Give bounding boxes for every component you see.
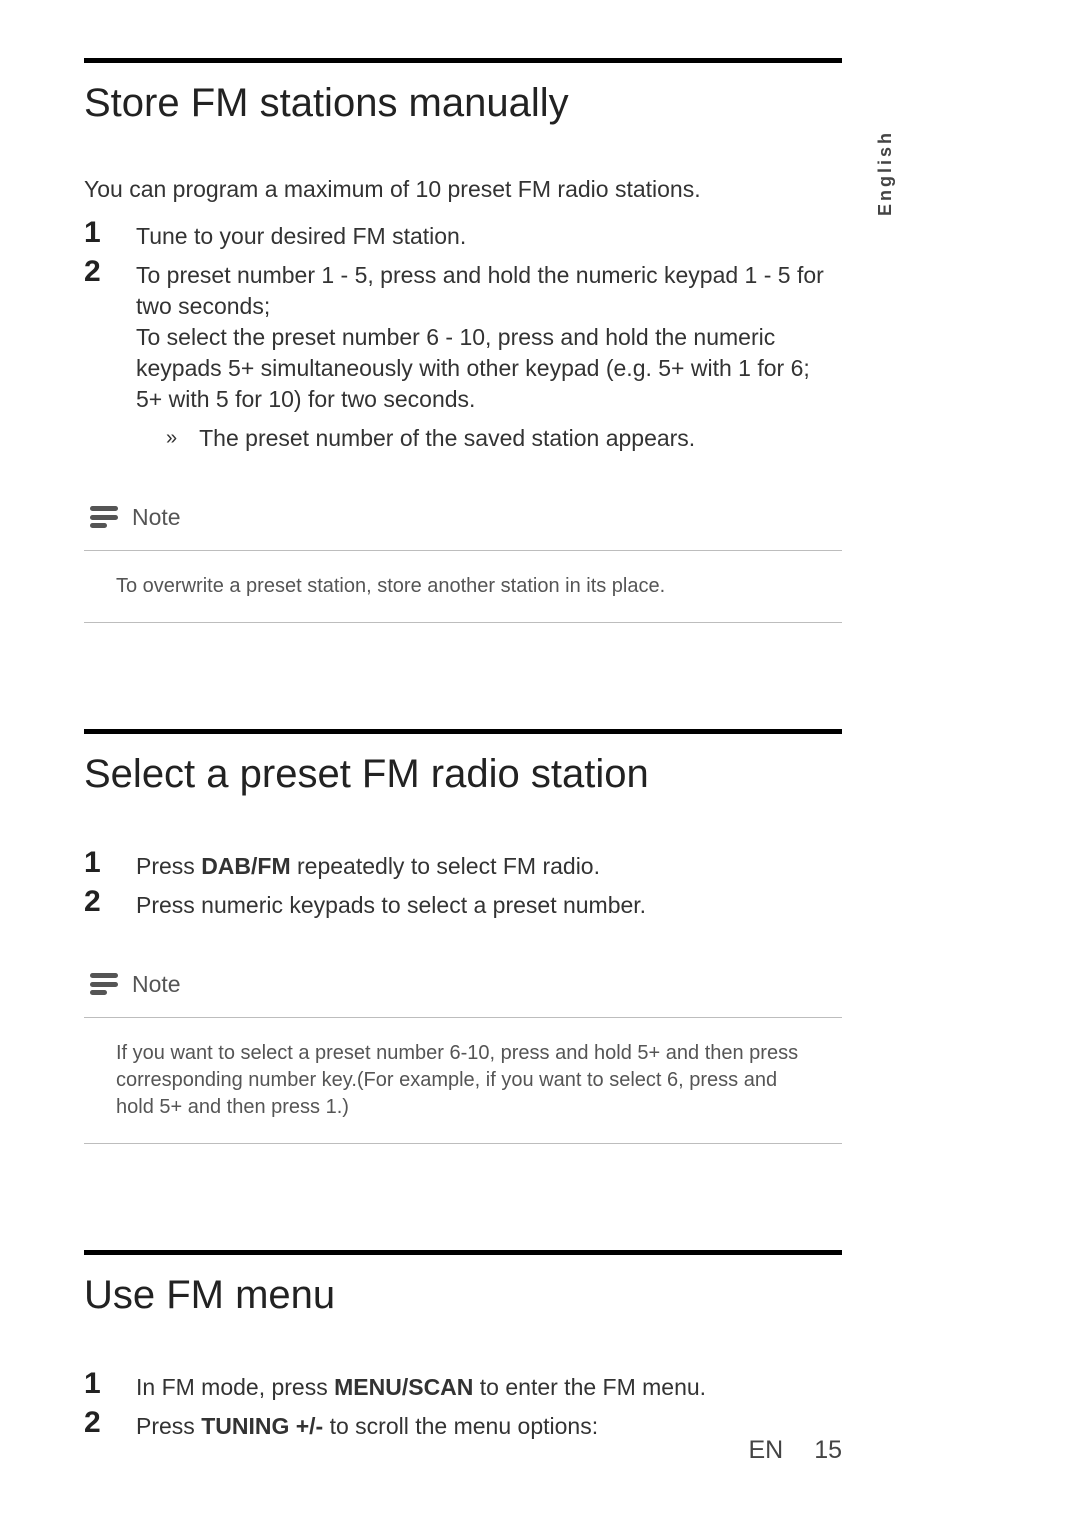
step-suffix: to enter the FM menu. [473, 1374, 706, 1400]
page-content: Store FM stations manually You can progr… [84, 58, 842, 1447]
step-text: Tune to your desired FM station. [136, 217, 842, 252]
heading-store-fm: Store FM stations manually [84, 81, 842, 126]
step-item: 2 To preset number 1 - 5, press and hold… [84, 256, 842, 454]
step-number: 1 [84, 847, 136, 879]
section-rule [84, 729, 842, 734]
step-prefix: Press [136, 853, 201, 879]
intro-text: You can program a maximum of 10 preset F… [84, 176, 842, 203]
step-bold: DAB/FM [201, 853, 290, 879]
note-header: Note [88, 969, 842, 999]
step-text: Press DAB/FM repeatedly to select FM rad… [136, 847, 842, 882]
heading-use-fm-menu: Use FM menu [84, 1273, 842, 1318]
steps-list: 1 Press DAB/FM repeatedly to select FM r… [84, 847, 842, 921]
section-rule [84, 1250, 842, 1255]
step-bold: MENU/SCAN [334, 1374, 473, 1400]
footer-page-number: 15 [814, 1436, 842, 1464]
page-footer: EN 15 [84, 1436, 842, 1465]
step-number: 2 [84, 886, 136, 918]
step-text-line: To select the preset number 6 - 10, pres… [136, 324, 810, 412]
step-item: 1 In FM mode, press MENU/SCAN to enter t… [84, 1368, 842, 1403]
note-icon [88, 969, 120, 999]
result-arrow-icon: » [136, 423, 177, 452]
language-tab: English [875, 130, 896, 216]
step-text: In FM mode, press MENU/SCAN to enter the… [136, 1368, 842, 1403]
section-rule [84, 58, 842, 63]
note-icon [88, 502, 120, 532]
step-number: 1 [84, 1368, 136, 1400]
note-text: To overwrite a preset station, store ano… [84, 550, 842, 623]
step-item: 2 Press numeric keypads to select a pres… [84, 886, 842, 921]
note-text: If you want to select a preset number 6-… [84, 1017, 842, 1144]
note-title: Note [132, 504, 181, 531]
note-box: Note If you want to select a preset numb… [84, 969, 842, 1144]
step-item: 1 Press DAB/FM repeatedly to select FM r… [84, 847, 842, 882]
step-suffix: repeatedly to select FM radio. [291, 853, 600, 879]
step-item: 1 Tune to your desired FM station. [84, 217, 842, 252]
step-number: 1 [84, 217, 136, 249]
step-number: 2 [84, 1407, 136, 1439]
result-line: » The preset number of the saved station… [136, 423, 842, 454]
result-text: The preset number of the saved station a… [199, 423, 695, 454]
step-number: 2 [84, 256, 136, 288]
steps-list: 1 Tune to your desired FM station. 2 To … [84, 217, 842, 454]
note-header: Note [88, 502, 842, 532]
note-box: Note To overwrite a preset station, stor… [84, 502, 842, 623]
footer-lang: EN [749, 1436, 784, 1464]
step-text-line: To preset number 1 - 5, press and hold t… [136, 262, 824, 319]
step-text: Press numeric keypads to select a preset… [136, 886, 842, 921]
step-text: To preset number 1 - 5, press and hold t… [136, 256, 842, 454]
note-title: Note [132, 971, 181, 998]
step-prefix: In FM mode, press [136, 1374, 334, 1400]
heading-select-preset: Select a preset FM radio station [84, 752, 842, 797]
steps-list: 1 In FM mode, press MENU/SCAN to enter t… [84, 1368, 842, 1442]
